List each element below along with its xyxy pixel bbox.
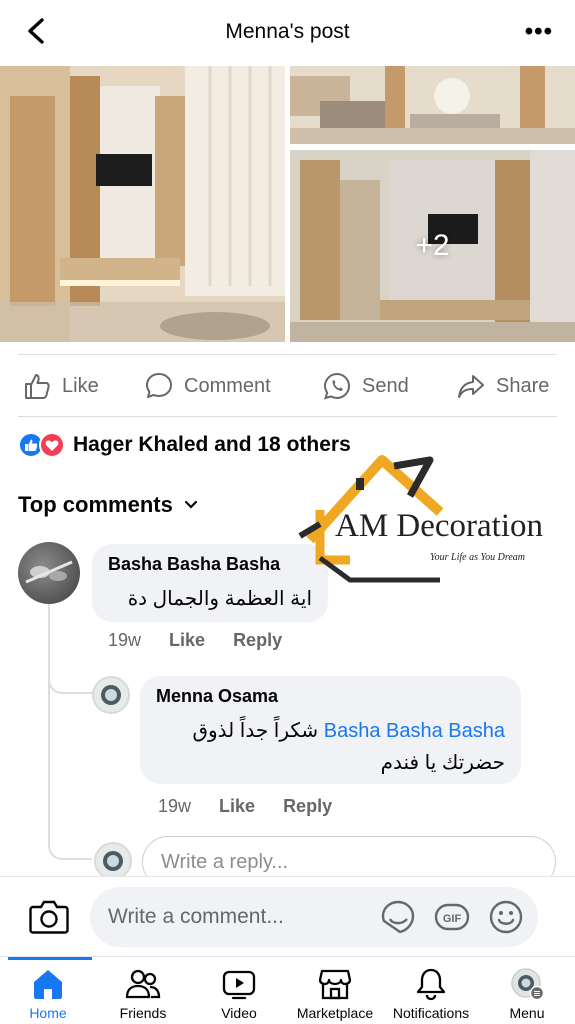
photo-top-right[interactable] (290, 66, 575, 144)
more-options-icon[interactable]: ••• (525, 18, 553, 46)
comment-label: Comment (184, 374, 271, 397)
love-reaction-icon (39, 432, 65, 458)
comment-sort-selector[interactable]: Top comments (18, 492, 199, 518)
comment-like-button[interactable]: Like (169, 630, 205, 651)
share-label: Share (496, 374, 550, 397)
comment-bubble-icon (146, 373, 172, 398)
current-user-avatar (94, 842, 132, 880)
nav-label: Friends (119, 1005, 167, 1021)
reply-time: 19w (158, 796, 192, 816)
nav-label: Notifications (392, 1005, 470, 1021)
nav-label: Home (29, 1005, 67, 1021)
emoji-icon[interactable] (488, 899, 524, 935)
reply-input-placeholder: Write a reply... (161, 850, 289, 873)
nav-label: Marketplace (296, 1005, 374, 1021)
like-button[interactable]: Like (22, 360, 99, 412)
whatsapp-icon (323, 372, 351, 400)
home-icon (34, 970, 62, 999)
reply-text-line2: حضرتك يا فندم (380, 752, 505, 774)
composer-icons: GIF (380, 899, 524, 935)
more-photos-count[interactable]: +2 (290, 150, 575, 342)
reply-like-button[interactable]: Like (219, 796, 255, 817)
photo-bottom-right[interactable]: +2 (290, 150, 575, 342)
comment-author[interactable]: Basha Basha Basha (108, 554, 312, 575)
chevron-down-icon (184, 500, 197, 509)
sticker-icon[interactable] (380, 899, 416, 935)
friends-icon (125, 969, 161, 999)
comment-time: 19w (108, 630, 142, 650)
photo-main[interactable] (0, 66, 285, 342)
comment-button[interactable]: Comment (144, 360, 271, 412)
post-actions: Like Comment Send Share (0, 360, 575, 412)
living-room-photo (0, 66, 285, 342)
reply-text: Basha Basha Basha شكراً جداً لذوق حضرتك … (156, 715, 505, 779)
send-button[interactable]: Send (322, 360, 409, 412)
comment-input-placeholder: Write a comment... (108, 905, 284, 928)
photo-grid: +2 (0, 66, 575, 342)
back-arrow-icon[interactable] (22, 16, 52, 46)
bell-icon (416, 968, 446, 1001)
camera-icon[interactable] (28, 897, 70, 937)
nav-marketplace[interactable]: Marketplace (287, 967, 383, 1021)
watermark-tagline: Your Life as You Dream (430, 552, 526, 563)
share-arrow-icon (458, 375, 484, 398)
reply-meta: 19w Like Reply (158, 796, 332, 817)
reply-author[interactable]: Menna Osama (156, 686, 505, 707)
marketplace-icon (318, 969, 352, 1000)
comment-reply-button[interactable]: Reply (233, 630, 282, 651)
page-title: Menna's post (225, 20, 350, 43)
gif-label: GIF (443, 913, 462, 925)
watermark-brand: AM Decoration (335, 508, 544, 544)
nav-friends[interactable]: Friends (95, 967, 191, 1021)
reply-bubble[interactable]: Menna Osama Basha Basha Basha شكراً جداً… (140, 676, 521, 784)
lounge-photo (290, 66, 575, 144)
thumbs-up-icon (25, 374, 50, 399)
menu-avatar-icon (511, 968, 545, 1001)
like-label: Like (62, 374, 99, 397)
nav-label: Menu (509, 1005, 545, 1021)
nav-label: Video (221, 1005, 257, 1021)
reply-text-line1: شكراً جداً لذوق (192, 720, 319, 742)
thread-curve (48, 660, 92, 694)
thread-line (48, 584, 50, 844)
thread-curve (48, 830, 92, 860)
nav-video[interactable]: Video (191, 967, 287, 1021)
post-header: Menna's post ••• (0, 0, 575, 64)
nav-menu[interactable]: Menu (479, 967, 575, 1021)
reply-line-1: Basha Basha Basha شكراً جداً لذوق (156, 715, 505, 747)
avatar[interactable] (92, 676, 130, 714)
sort-label: Top comments (18, 492, 173, 517)
comment-meta: 19w Like Reply (108, 630, 282, 651)
send-label: Send (362, 374, 409, 397)
divider (18, 416, 557, 417)
nav-notifications[interactable]: Notifications (383, 967, 479, 1021)
mention-link[interactable]: Basha Basha Basha (324, 720, 505, 742)
bottom-nav: Home Friends Video Marketplace Notificat… (0, 956, 575, 1024)
comment-composer: Write a comment... GIF (0, 876, 575, 956)
avatar[interactable] (18, 542, 80, 604)
gif-icon[interactable]: GIF (434, 899, 470, 935)
reply-reply-button[interactable]: Reply (283, 796, 332, 817)
share-button[interactable]: Share (456, 360, 549, 412)
nav-home[interactable]: Home (0, 967, 96, 1021)
comment-input[interactable]: Write a comment... GIF (90, 887, 538, 947)
divider (18, 354, 557, 355)
video-icon (222, 970, 256, 1000)
active-tab-indicator (8, 957, 92, 960)
comment-text: اية العظمة والجمال دة (127, 588, 312, 610)
